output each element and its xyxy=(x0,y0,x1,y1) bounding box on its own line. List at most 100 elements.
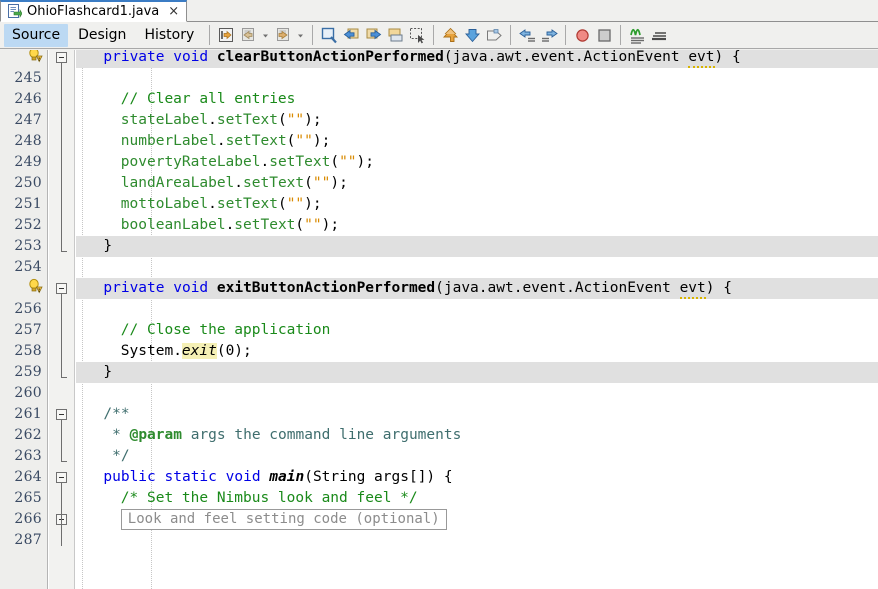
gutter-row: 265 xyxy=(0,488,47,509)
code-line[interactable]: public static void main(String args[]) { xyxy=(76,467,878,488)
fold-collapse-icon[interactable] xyxy=(56,472,67,483)
line-number: 248 xyxy=(14,133,42,149)
toolbar-separator xyxy=(510,25,512,45)
code-line[interactable]: mottoLabel.setText(""); xyxy=(76,194,878,215)
shift-left-icon[interactable] xyxy=(516,24,538,46)
code-text: private void clearButtonActionPerformed(… xyxy=(103,50,741,68)
toolbar-separator xyxy=(620,25,622,45)
code-text: * @param args the command line arguments xyxy=(103,427,462,443)
code-text: stateLabel.setText(""); xyxy=(120,112,322,128)
code-line[interactable]: numberLabel.setText(""); xyxy=(76,131,878,152)
line-number: 266 xyxy=(14,511,42,527)
close-icon[interactable]: × xyxy=(168,5,179,18)
toggle-breakpoint-icon[interactable] xyxy=(571,24,593,46)
line-number: 264 xyxy=(14,469,42,485)
line-number: 263 xyxy=(14,448,42,464)
gutter-row: 256 xyxy=(0,299,47,320)
code-text: public static void main(String args[]) { xyxy=(103,469,453,485)
line-number: 265 xyxy=(14,490,42,506)
source-editor[interactable]: 245 246 247 248 249 250 251 252 253 254 256 257 258 2… xyxy=(0,50,878,589)
code-line[interactable]: stateLabel.setText(""); xyxy=(76,110,878,131)
shift-line-down-icon[interactable] xyxy=(461,24,483,46)
line-number: 253 xyxy=(14,238,42,254)
warning-bulb-icon[interactable] xyxy=(27,278,43,294)
gutter-row: 263 xyxy=(0,446,47,467)
next-bookmark-icon[interactable] xyxy=(362,24,384,46)
gutter-row: 258 xyxy=(0,341,47,362)
code-line[interactable] xyxy=(76,257,878,278)
code-text: povertyRateLabel.setText(""); xyxy=(120,154,374,170)
code-line[interactable]: private void exitButtonActionPerformed(j… xyxy=(76,278,878,299)
toggle-highlight-icon[interactable] xyxy=(626,24,648,46)
code-text: mottoLabel.setText(""); xyxy=(120,196,322,212)
toggle-bookmark-icon[interactable] xyxy=(384,24,406,46)
code-line[interactable]: private void clearButtonActionPerformed(… xyxy=(76,50,878,68)
code-line[interactable]: // Close the application xyxy=(76,320,878,341)
fold-spine xyxy=(61,294,62,378)
forward-dropdown-icon[interactable] xyxy=(294,24,307,46)
shift-right-icon[interactable] xyxy=(538,24,560,46)
code-line[interactable]: /* Set the Nimbus look and feel */ xyxy=(76,488,878,509)
code-line[interactable]: landAreaLabel.setText(""); xyxy=(76,173,878,194)
tab-design[interactable]: Design xyxy=(70,24,134,47)
last-edit-icon[interactable] xyxy=(215,24,237,46)
line-number: 258 xyxy=(14,343,42,359)
code-line[interactable]: System.exit(0); xyxy=(76,341,878,362)
fold-collapse-icon[interactable] xyxy=(56,283,67,294)
gutter-row: 264 xyxy=(0,467,47,488)
back-icon[interactable] xyxy=(237,24,259,46)
line-number: 259 xyxy=(14,364,42,380)
tab-source[interactable]: Source xyxy=(4,23,69,47)
code-line[interactable]: */ xyxy=(76,446,878,467)
code-fold-gutter[interactable] xyxy=(49,50,75,589)
toggle-rectangular-icon[interactable] xyxy=(648,24,670,46)
line-number: 254 xyxy=(14,259,42,275)
line-number: 256 xyxy=(14,301,42,317)
line-number: 262 xyxy=(14,427,42,443)
fold-spine xyxy=(61,483,62,546)
line-number: 252 xyxy=(14,217,42,233)
gutter-row: 259 xyxy=(0,362,47,383)
fold-collapse-icon[interactable] xyxy=(56,52,67,63)
gutter-row: 287 xyxy=(0,530,47,551)
code-line[interactable]: Look and feel setting code (optional) xyxy=(76,509,878,530)
code-text: } xyxy=(103,238,113,254)
code-line[interactable]: * @param args the command line arguments xyxy=(76,425,878,446)
code-line[interactable]: } xyxy=(76,236,878,257)
gutter-row: 266 xyxy=(0,509,47,530)
code-line[interactable] xyxy=(76,68,878,89)
previous-bookmark-icon[interactable] xyxy=(340,24,362,46)
code-line[interactable]: booleanLabel.setText(""); xyxy=(76,215,878,236)
folded-code-block[interactable]: Look and feel setting code (optional) xyxy=(120,509,447,530)
code-line[interactable] xyxy=(76,299,878,320)
document-tab-ohioflashcard1[interactable]: OhioFlashcard1.java × xyxy=(0,0,187,22)
stop-icon[interactable] xyxy=(593,24,615,46)
gutter-row: 260 xyxy=(0,383,47,404)
find-selection-icon[interactable] xyxy=(318,24,340,46)
tab-history[interactable]: History xyxy=(136,24,202,47)
warning-bulb-icon[interactable] xyxy=(27,50,43,63)
line-number: 245 xyxy=(14,70,42,86)
comment-icon[interactable] xyxy=(483,24,505,46)
code-line[interactable]: } xyxy=(76,362,878,383)
fold-spine xyxy=(61,420,62,462)
fold-collapse-icon[interactable] xyxy=(56,409,67,420)
toolbar-separator xyxy=(565,25,567,45)
code-text: /* Set the Nimbus look and feel */ xyxy=(120,490,418,506)
gutter-row: 251 xyxy=(0,194,47,215)
code-text: /** xyxy=(103,406,130,422)
code-line[interactable] xyxy=(76,530,878,551)
code-line[interactable]: povertyRateLabel.setText(""); xyxy=(76,152,878,173)
gutter-row: 262 xyxy=(0,425,47,446)
forward-icon[interactable] xyxy=(272,24,294,46)
code-text-area[interactable]: private void clearButtonActionPerformed(… xyxy=(76,50,878,589)
back-dropdown-icon[interactable] xyxy=(259,24,272,46)
gutter-row: 248 xyxy=(0,131,47,152)
fold-spine xyxy=(61,63,62,252)
code-line[interactable]: // Clear all entries xyxy=(76,89,878,110)
toolbar-separator xyxy=(209,25,211,45)
code-line[interactable] xyxy=(76,383,878,404)
shift-line-up-icon[interactable] xyxy=(439,24,461,46)
rectangular-selection-icon[interactable] xyxy=(406,24,428,46)
code-line[interactable]: /** xyxy=(76,404,878,425)
